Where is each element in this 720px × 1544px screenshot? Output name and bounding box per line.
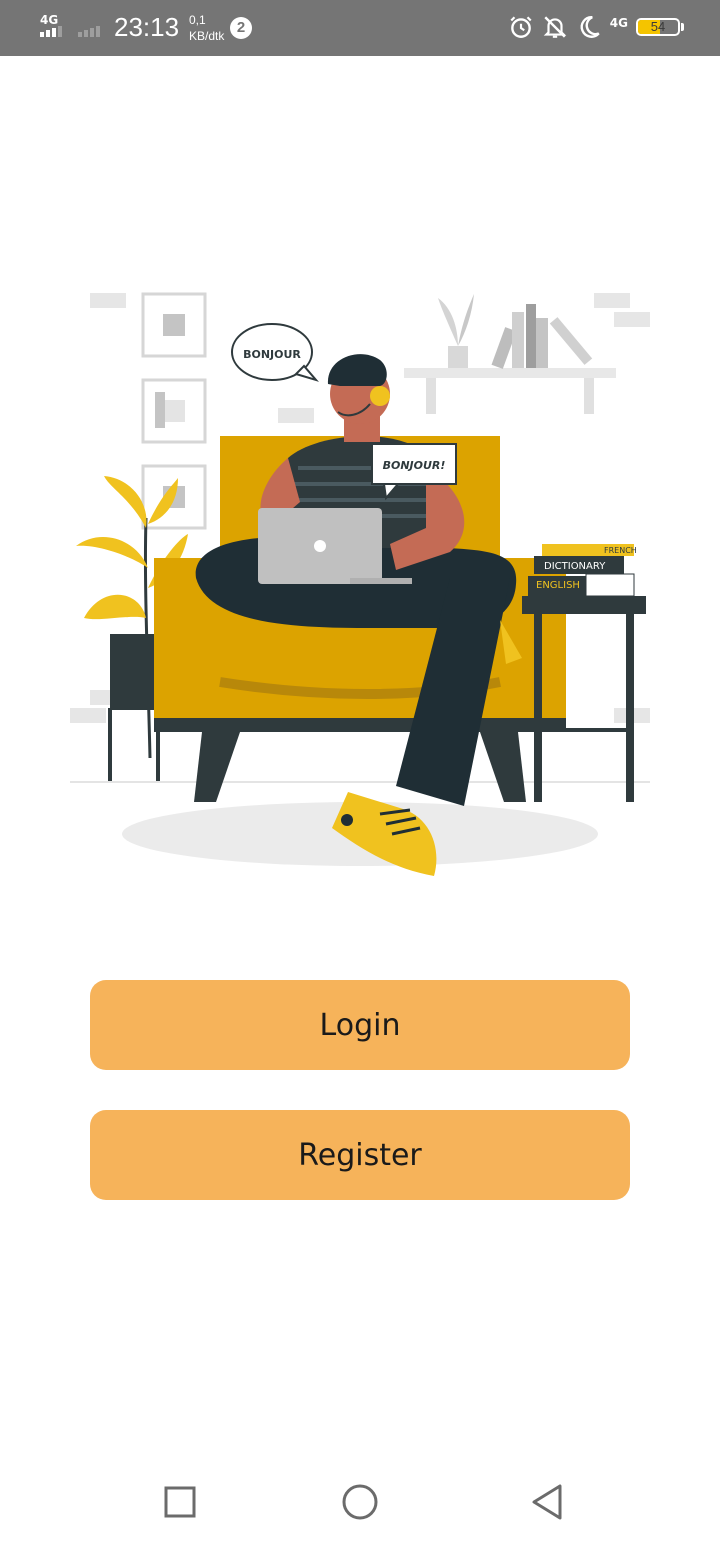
signal-strength-sim2-icon xyxy=(78,26,100,37)
status-icons: 4G 54 xyxy=(508,14,684,40)
register-button[interactable]: Register xyxy=(90,1110,630,1200)
triangle-back-icon[interactable] xyxy=(526,1480,570,1524)
speech-bubble-left-text: BONJOUR xyxy=(243,348,301,361)
side-table: FRENCH DICTIONARY ENGLISH xyxy=(522,544,646,802)
hero-illustration: FRENCH DICTIONARY ENGLISH BONJOUR BONJOU… xyxy=(70,292,650,876)
circle-icon[interactable] xyxy=(338,1480,382,1524)
square-icon[interactable] xyxy=(158,1480,202,1524)
login-button[interactable]: Login xyxy=(90,980,630,1070)
speech-bubble-left: BONJOUR xyxy=(231,323,319,382)
notification-count-badge: 2 xyxy=(230,17,252,39)
network-speed-value: 0,1 xyxy=(189,13,206,27)
signal-strength-icon xyxy=(40,26,62,37)
network-speed: 0,1 KB/dtk xyxy=(189,12,224,44)
mobile-data-label: 4G xyxy=(609,16,628,30)
wall-shelf xyxy=(404,294,616,414)
book-label-french: FRENCH xyxy=(604,546,637,555)
speech-bubble-right-text: BONJOUR! xyxy=(383,459,446,472)
battery-cap xyxy=(681,23,684,31)
person xyxy=(195,354,522,876)
alarm-icon xyxy=(510,16,532,38)
network-speed-unit: KB/dtk xyxy=(189,29,225,43)
clock: 23:13 xyxy=(114,12,180,42)
bell-off-icon xyxy=(543,16,567,38)
battery-icon: 54 xyxy=(636,18,680,36)
book-label-dictionary: DICTIONARY xyxy=(544,561,606,572)
battery-percent: 54 xyxy=(650,19,666,34)
system-navigation-bar xyxy=(0,1460,720,1544)
book-label-english: ENGLISH xyxy=(536,580,580,591)
network-type-label: 4G xyxy=(40,13,59,27)
moon-icon xyxy=(580,16,600,38)
status-bar: 4G 23:13 0,1 KB/dtk 2 4G 54 xyxy=(0,0,720,56)
